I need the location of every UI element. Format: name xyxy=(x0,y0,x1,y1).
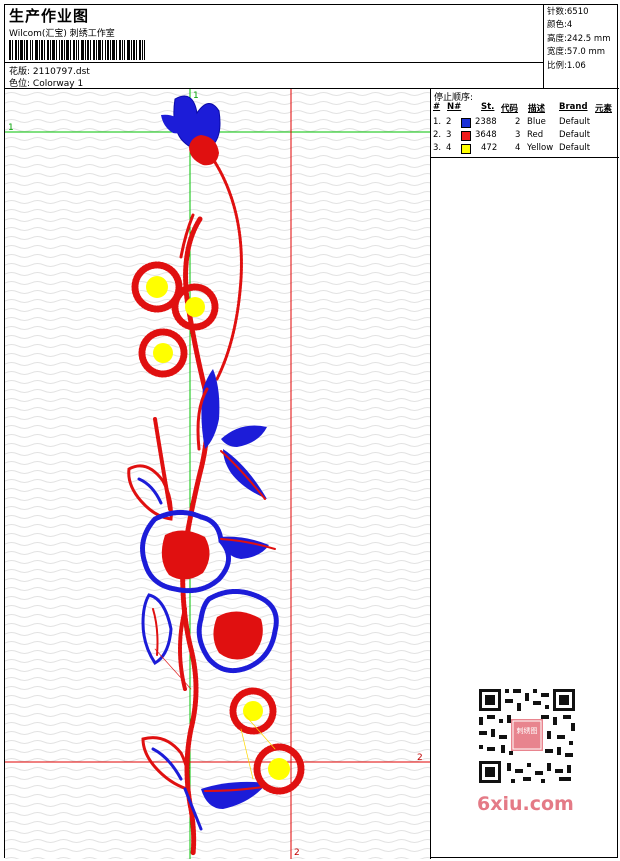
stat-scale: 比例:1.06 xyxy=(547,60,586,71)
design-stats: 针数:6510 颜色:4 高度:242.5 mm 宽度:57.0 mm 比例:1… xyxy=(543,5,619,89)
barcode xyxy=(9,40,145,60)
col-stitches: St. xyxy=(481,102,495,112)
stop-sequence-divider xyxy=(431,157,619,158)
col-code: 代码 xyxy=(501,104,519,114)
guide-v-red-label: 2 xyxy=(294,848,300,858)
colorway-label: 色位: xyxy=(9,79,31,89)
col-element: 元素 xyxy=(595,104,613,114)
guide-v-green-label: 1 xyxy=(193,91,199,101)
colorway-value: Colorway 1 xyxy=(32,79,84,89)
stat-height: 高度:242.5 mm xyxy=(547,33,611,44)
stop-row[interactable]: 2. 3 3648 3 Red Default xyxy=(431,130,619,143)
col-desc: 描述 xyxy=(528,104,546,114)
site-watermark: 6xiu.com xyxy=(477,793,574,815)
stop-sequence-header: # N# St. 代码 描述 Brand 元素 xyxy=(431,102,619,115)
stop-row[interactable]: 1. 2 2388 2 Blue Default xyxy=(431,117,619,130)
header-divider xyxy=(5,62,543,63)
colorway-row: 色位: Colorway 1 xyxy=(9,76,83,89)
color-swatch-yellow xyxy=(461,144,471,154)
color-swatch-red xyxy=(461,131,471,141)
design-canvas[interactable]: 1 1 2 2 xyxy=(5,89,431,859)
stat-width: 宽度:57.0 mm xyxy=(547,47,606,58)
col-needle: N# xyxy=(447,102,462,112)
production-sheet: 生产作业图 Wilcom(汇宝) 刺绣工作室 花版: 2110797.dst 色… xyxy=(4,4,619,859)
col-brand: Brand xyxy=(559,102,588,112)
stat-colors: 颜色:4 xyxy=(547,20,573,31)
sheet-title: 生产作业图 xyxy=(9,7,90,25)
sheet-header: 生产作业图 Wilcom(汇宝) 刺绣工作室 花版: 2110797.dst 色… xyxy=(5,5,619,89)
color-swatch-blue xyxy=(461,118,471,128)
sheet-subtitle: Wilcom(汇宝) 刺绣工作室 xyxy=(9,29,115,39)
stat-stitches: 针数:6510 xyxy=(547,7,589,17)
stop-row[interactable]: 3. 4 472 4 Yellow Default xyxy=(431,143,619,156)
col-num: # xyxy=(433,102,441,112)
qr-code: 刺绣图 xyxy=(471,685,583,789)
guide-h-green-label: 1 xyxy=(8,123,14,133)
guide-h-red-label: 2 xyxy=(417,753,423,763)
qr-seal-text: 刺绣图 xyxy=(517,726,538,735)
embroidery-preview: 1 1 2 2 xyxy=(5,89,430,859)
